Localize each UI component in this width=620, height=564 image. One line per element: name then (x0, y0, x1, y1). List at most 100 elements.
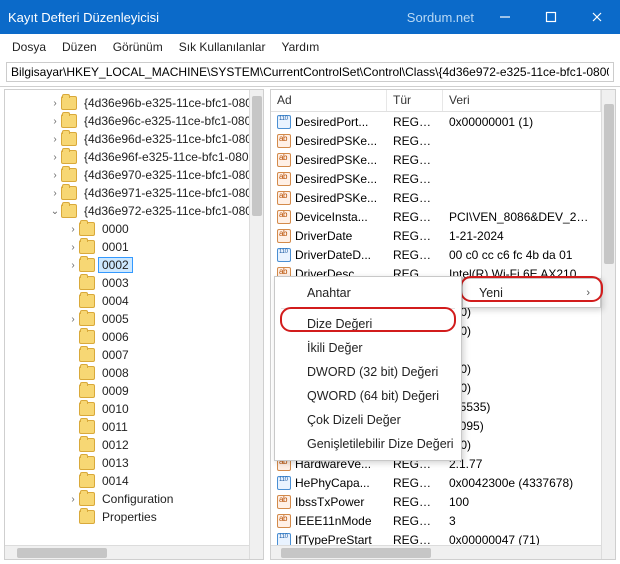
tree-item[interactable]: 0009 (7, 382, 263, 400)
list-row[interactable]: IbssTxPowerREG_SZ100 (271, 492, 601, 511)
col-type[interactable]: Tür (387, 90, 443, 111)
value-data: PCI\VEN_8086&DEV_2725&SUBS (443, 210, 601, 224)
value-name: HePhyCapa... (295, 476, 370, 490)
address-input[interactable] (6, 62, 614, 82)
value-type: REG_SZ (387, 514, 443, 528)
expand-arrow-icon[interactable]: › (67, 494, 79, 505)
tree-item-label: 0014 (99, 474, 132, 488)
value-data: 1-21-2024 (443, 229, 601, 243)
folder-icon (79, 402, 95, 416)
close-button[interactable] (574, 0, 620, 34)
tree-item[interactable]: ›Configuration (7, 490, 263, 508)
list-row[interactable]: DesiredPSKe...REG_SZ (271, 169, 601, 188)
value-type: REG_SZ (387, 229, 443, 243)
tree-vscroll[interactable] (249, 90, 263, 559)
folder-icon (79, 474, 95, 488)
tree-item-label: 0008 (99, 366, 132, 380)
expand-arrow-icon[interactable]: › (49, 188, 61, 199)
tree-item[interactable]: 0014 (7, 472, 263, 490)
submenu-item[interactable]: Dize Değeri (277, 312, 459, 336)
menubar: DosyaDüzenGörünümSık KullanılanlarYardım (0, 34, 620, 60)
expand-arrow-icon[interactable]: › (67, 242, 79, 253)
expand-arrow-icon[interactable]: › (49, 116, 61, 127)
tree-item[interactable]: 0003 (7, 274, 263, 292)
minimize-button[interactable] (482, 0, 528, 34)
expand-arrow-icon[interactable]: › (49, 98, 61, 109)
menu-görünüm[interactable]: Görünüm (107, 38, 169, 56)
tree-item[interactable]: ›{4d36e96c-e325-11ce-bfc1-0800 (7, 112, 263, 130)
value-data: 0x00000001 (1) (443, 115, 601, 129)
tree-item[interactable]: ⌄{4d36e972-e325-11ce-bfc1-0800 (7, 202, 263, 220)
list-row[interactable]: IfTypePreStartREG_D...0x00000047 (71) (271, 530, 601, 545)
tree-item[interactable]: ›0000 (7, 220, 263, 238)
string-value-icon (277, 229, 291, 243)
submenu-item[interactable]: Çok Dizeli Değer (277, 408, 459, 432)
submenu-item[interactable]: QWORD (64 bit) Değeri (277, 384, 459, 408)
list-row[interactable]: DesiredPSKe...REG_SZ (271, 188, 601, 207)
folder-icon (79, 456, 95, 470)
expand-arrow-icon[interactable]: › (49, 170, 61, 181)
tree-item[interactable]: 0004 (7, 292, 263, 310)
maximize-button[interactable] (528, 0, 574, 34)
expand-arrow-icon[interactable]: › (67, 314, 79, 325)
string-value-icon (277, 134, 291, 148)
tree-item[interactable]: ›{4d36e96b-e325-11ce-bfc1-0800 (7, 94, 263, 112)
tree-item[interactable]: 0006 (7, 328, 263, 346)
list-row[interactable]: DriverDateD...REG_BI...00 c0 cc c6 fc 4b… (271, 245, 601, 264)
expand-arrow-icon[interactable]: › (67, 260, 79, 271)
tree-item[interactable]: ›{4d36e971-e325-11ce-bfc1-0800 (7, 184, 263, 202)
submenu-item[interactable]: İkili Değer (277, 336, 459, 360)
menu-separator (281, 308, 455, 309)
value-data: ) (0) (443, 324, 601, 338)
expand-arrow-icon[interactable]: › (49, 134, 61, 145)
tree-item[interactable]: ›0002 (7, 256, 263, 274)
tree-item[interactable]: ›{4d36e970-e325-11ce-bfc1-0800 (7, 166, 263, 184)
value-name: DriverDateD... (295, 248, 371, 262)
tree-item-label: 0003 (99, 276, 132, 290)
menu-dosya[interactable]: Dosya (6, 38, 52, 56)
value-name: IfTypePreStart (295, 533, 372, 546)
expand-arrow-icon[interactable]: › (49, 152, 61, 163)
value-data: 00 c0 cc c6 fc 4b da 01 (443, 248, 601, 262)
tree-item[interactable]: 0010 (7, 400, 263, 418)
tree-item[interactable]: ›{4d36e96d-e325-11ce-bfc1-0800 (7, 130, 263, 148)
tree-item[interactable]: 0007 (7, 346, 263, 364)
folder-icon (61, 96, 77, 110)
col-name[interactable]: Ad (271, 90, 387, 111)
submenu-item[interactable]: Genişletilebilir Dize Değeri (277, 432, 459, 456)
list-hscroll[interactable] (271, 545, 601, 559)
col-value[interactable]: Veri (443, 90, 601, 111)
value-data: ) (0) (443, 381, 601, 395)
folder-icon (79, 294, 95, 308)
expand-arrow-icon[interactable]: › (67, 224, 79, 235)
menu-yardım[interactable]: Yardım (275, 38, 325, 56)
tree-item[interactable]: 0013 (7, 454, 263, 472)
tree-item-label: 0001 (99, 240, 132, 254)
tree-item[interactable]: ›0005 (7, 310, 263, 328)
tree-item[interactable]: 0008 (7, 364, 263, 382)
submenu-new: Anahtar Dize Değeriİkili DeğerDWORD (32 b… (274, 276, 462, 461)
menu-düzen[interactable]: Düzen (56, 38, 103, 56)
watermark: Sordum.net (407, 10, 474, 25)
list-vscroll[interactable] (601, 90, 615, 559)
list-row[interactable]: HePhyCapa...REG_D...0x0042300e (4337678) (271, 473, 601, 492)
menu-sık kullanılanlar[interactable]: Sık Kullanılanlar (173, 38, 272, 56)
parent-menu-yeni[interactable]: Yeni › (462, 278, 601, 308)
list-row[interactable]: DesiredPSKe...REG_SZ (271, 150, 601, 169)
list-row[interactable]: DesiredPort...REG_D...0x00000001 (1) (271, 112, 601, 131)
tree-item[interactable]: Properties (7, 508, 263, 526)
folder-icon (61, 186, 77, 200)
expand-arrow-icon[interactable]: ⌄ (49, 206, 61, 217)
tree-item[interactable]: 0011 (7, 418, 263, 436)
submenu-item[interactable]: Anahtar (277, 281, 459, 305)
tree-item[interactable]: ›{4d36e96f-e325-11ce-bfc1-0800 (7, 148, 263, 166)
tree-item[interactable]: 0012 (7, 436, 263, 454)
tree-hscroll[interactable] (5, 545, 249, 559)
submenu-item[interactable]: DWORD (32 bit) Değeri (277, 360, 459, 384)
list-row[interactable]: DesiredPSKe...REG_SZ (271, 131, 601, 150)
list-row[interactable]: DeviceInsta...REG_SZPCI\VEN_8086&DEV_272… (271, 207, 601, 226)
value-type: REG_D... (387, 476, 443, 490)
list-row[interactable]: IEEE11nModeREG_SZ3 (271, 511, 601, 530)
tree-item[interactable]: › 0001 (7, 238, 263, 256)
list-row[interactable]: DriverDateREG_SZ1-21-2024 (271, 226, 601, 245)
